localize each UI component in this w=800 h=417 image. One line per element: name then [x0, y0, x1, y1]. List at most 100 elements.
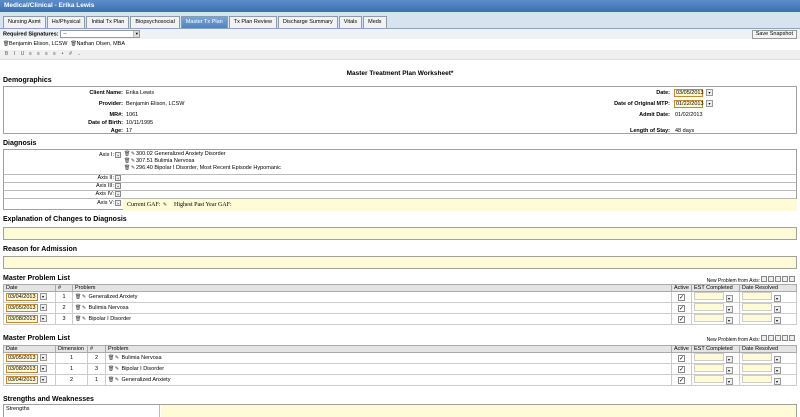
calendar-icon[interactable]: ▾ — [773, 378, 781, 386]
edit-icon[interactable]: ✎ — [114, 377, 120, 383]
active-checkbox[interactable]: ✓ — [678, 304, 685, 312]
explanation-field[interactable] — [3, 227, 797, 240]
calendar-icon[interactable]: ▾ — [725, 356, 733, 364]
calendar-icon[interactable]: ▾ — [725, 378, 733, 386]
active-checkbox[interactable]: ✓ — [678, 354, 685, 362]
bold-icon[interactable]: B — [3, 51, 10, 58]
indent-icon[interactable]: → — [75, 51, 82, 58]
table-row[interactable]: 03/08/2013 ▾ 1 3 🗑✎ Bipolar I Disorder ✓… — [3, 363, 797, 376]
calendar-icon[interactable]: ▾ — [773, 367, 781, 375]
calendar-icon[interactable]: ▾ — [773, 317, 781, 325]
axis-button[interactable] — [768, 335, 774, 341]
edit-icon[interactable]: ✎ — [114, 366, 120, 372]
date-field[interactable]: 03/05/2013 — [674, 89, 704, 97]
date-resolved-field[interactable] — [742, 314, 772, 323]
calendar-icon[interactable]: ▾ — [773, 306, 781, 314]
date-resolved-field[interactable] — [742, 364, 772, 373]
table-row[interactable]: 03/08/2013 ▾ 3 🗑✎ Bipolar I Disorder ✓ ▾… — [3, 313, 797, 326]
est-completed-field[interactable] — [694, 353, 724, 361]
date-resolved-field[interactable] — [742, 292, 772, 300]
axis-button[interactable] — [775, 335, 781, 341]
est-completed-field[interactable] — [694, 375, 724, 384]
gaf-field[interactable]: Current GAF: ✎ Highest Past Year GAF: — [123, 199, 797, 211]
calendar-icon[interactable]: ▾ — [39, 365, 47, 373]
original-mtp-field[interactable]: 01/22/2013 — [674, 100, 704, 108]
numbered-list-icon[interactable]: # — [67, 51, 74, 58]
edit-icon[interactable]: ✎ — [114, 355, 120, 361]
calendar-icon[interactable]: ▾ — [725, 317, 733, 325]
justify-icon[interactable]: ≡ — [51, 51, 58, 58]
tab-nursing-asmt[interactable]: Nursing Asmt — [3, 16, 46, 28]
est-completed-field[interactable] — [694, 292, 724, 300]
active-checkbox[interactable]: ✓ — [678, 315, 685, 323]
axis-button[interactable] — [768, 276, 774, 282]
tab-vitals[interactable]: Vitals — [338, 16, 363, 28]
axis-button[interactable] — [775, 276, 781, 282]
align-right-icon[interactable]: ≡ — [43, 51, 50, 58]
axis-button[interactable] — [789, 335, 795, 341]
est-completed-field[interactable] — [694, 364, 724, 373]
bullet-list-icon[interactable]: • — [59, 51, 66, 58]
est-completed-field[interactable] — [694, 303, 724, 312]
tab-master-tx-plan[interactable]: Master Tx Plan — [180, 16, 228, 28]
calendar-icon[interactable]: ▾ — [773, 356, 781, 364]
est-completed-field[interactable] — [694, 314, 724, 323]
date-resolved-field[interactable] — [742, 303, 772, 312]
calendar-icon[interactable]: ▾ — [725, 295, 733, 303]
date-resolved-field[interactable] — [742, 353, 772, 361]
table-row[interactable]: 03/04/2013 ▾ 1 🗑✎ Generalized Anxiety ✓ … — [3, 290, 797, 304]
tab-discharge-summary[interactable]: Discharge Summary — [277, 16, 338, 28]
tab-meds[interactable]: Meds — [363, 16, 387, 28]
align-left-icon[interactable]: ≡ — [27, 51, 34, 58]
axis-button[interactable] — [761, 276, 767, 282]
signature-select[interactable]: -- ▼ — [60, 30, 141, 38]
save-snapshot-button[interactable]: Save Snapshot — [751, 30, 797, 39]
edit-icon[interactable]: ✎ — [81, 294, 87, 300]
date-field[interactable]: 03/08/2013 — [6, 315, 38, 324]
edit-icon[interactable]: ✎ — [81, 305, 87, 311]
axis-button[interactable] — [782, 335, 788, 341]
add-axis-3-icon[interactable]: + — [115, 183, 121, 189]
tab-tx-plan-review[interactable]: Tx Plan Review — [228, 16, 277, 28]
date-field[interactable]: 03/05/2013 — [6, 354, 38, 363]
tab-initial-tx-plan[interactable]: Initial Tx Plan — [86, 16, 130, 28]
underline-icon[interactable]: U — [19, 51, 26, 58]
calendar-icon[interactable]: ▾ — [39, 293, 47, 301]
add-axis-5-icon[interactable]: + — [115, 200, 121, 206]
calendar-icon[interactable]: ▾ — [725, 367, 733, 375]
table-row[interactable]: 03/05/2013 ▾ 1 2 🗑✎ Bulimia Nervosa ✓ ▾ … — [3, 351, 797, 365]
italic-icon[interactable]: I — [11, 51, 18, 58]
active-checkbox[interactable]: ✓ — [678, 365, 685, 373]
tab-hx-physical[interactable]: Hx/Physical — [46, 16, 86, 28]
add-axis-4-icon[interactable]: + — [115, 191, 121, 197]
strengths-field[interactable] — [161, 405, 796, 417]
calendar-icon[interactable]: ▾ — [39, 304, 47, 312]
add-axis-1-icon[interactable]: + — [115, 152, 121, 158]
axis-button[interactable] — [789, 276, 795, 282]
calendar-icon[interactable]: ▾ — [725, 306, 733, 314]
date-field[interactable]: 03/08/2013 — [6, 365, 38, 374]
table-row[interactable]: 03/04/2013 ▾ 2 1 🗑✎ Generalized Anxiety … — [3, 374, 797, 387]
date-field[interactable]: 03/04/2013 — [6, 376, 38, 385]
table-row[interactable]: 03/05/2013 ▾ 2 🗑✎ Bulimia Nervosa ✓ ▾ ▾ — [3, 302, 797, 315]
date-resolved-field[interactable] — [742, 375, 772, 384]
calendar-icon[interactable]: ▾ — [773, 295, 781, 303]
calendar-icon[interactable]: ▾ — [39, 376, 47, 384]
reason-field[interactable] — [3, 256, 797, 269]
calendar-icon[interactable]: ▾ — [39, 315, 47, 323]
tab-biopsychosocial[interactable]: Biopsychosocial — [130, 16, 180, 28]
format-toolbar: B I U ≡ ≡ ≡ ≡ • # → — [0, 50, 800, 60]
active-checkbox[interactable]: ✓ — [678, 293, 685, 301]
add-axis-2-icon[interactable]: + — [115, 175, 121, 181]
edit-icon[interactable]: ✎ — [162, 202, 168, 208]
active-checkbox[interactable]: ✓ — [678, 376, 685, 384]
calendar-icon[interactable]: ▾ — [39, 354, 47, 362]
calendar-icon[interactable]: ▾ — [706, 100, 713, 107]
align-center-icon[interactable]: ≡ — [35, 51, 42, 58]
date-field[interactable]: 03/04/2013 — [6, 293, 38, 302]
calendar-icon[interactable]: ▾ — [706, 89, 713, 96]
date-field[interactable]: 03/05/2013 — [6, 304, 38, 313]
axis-button[interactable] — [782, 276, 788, 282]
edit-icon[interactable]: ✎ — [81, 316, 87, 322]
axis-button[interactable] — [761, 335, 767, 341]
